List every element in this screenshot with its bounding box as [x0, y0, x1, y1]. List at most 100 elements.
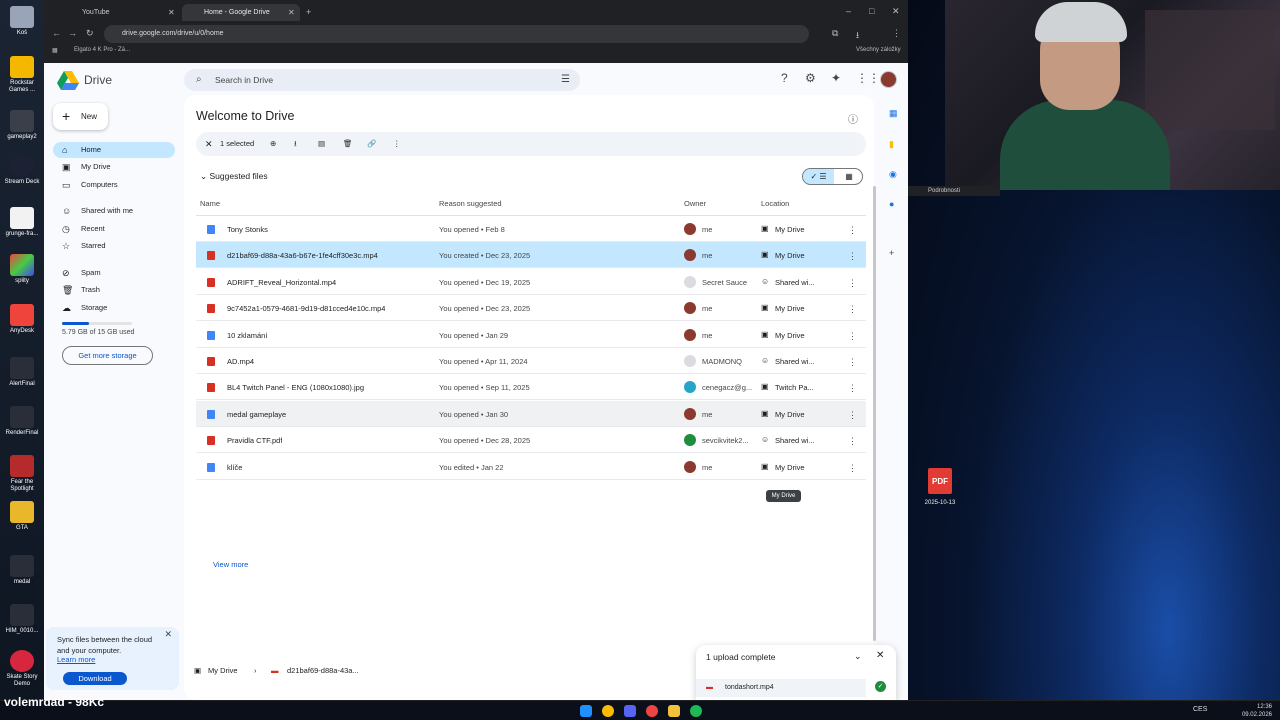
settings-icon[interactable]: ⚙: [805, 71, 816, 85]
file-row[interactable]: AD.mp4 You opened • Apr 11, 2024 MADMONQ ☺ S…: [196, 348, 866, 374]
file-location[interactable]: My Drive: [775, 304, 805, 313]
account-avatar[interactable]: [880, 71, 897, 88]
desktop-icon-alertfinal[interactable]: AlertFinal: [2, 357, 42, 388]
desktop-icon-him[interactable]: HIM_0010...: [2, 604, 42, 635]
more-actions-icon[interactable]: ⋮: [848, 410, 857, 421]
file-location[interactable]: My Drive: [775, 463, 805, 472]
get-more-storage-button[interactable]: Get more storage: [62, 346, 153, 365]
file-location[interactable]: My Drive: [775, 331, 805, 340]
nav-computers[interactable]: ▭ Computers: [53, 177, 175, 193]
file-location[interactable]: Shared wi...: [775, 357, 815, 366]
tab-google-drive[interactable]: Home - Google Drive ✕: [182, 4, 300, 21]
file-row[interactable]: 9c7452a1-0579-4681-9d19-d81cced4e10c.mp4…: [196, 295, 866, 322]
more-actions-icon[interactable]: ⋮: [848, 383, 857, 394]
close-icon[interactable]: ✕: [164, 629, 172, 640]
chrome-icon[interactable]: [602, 705, 614, 717]
column-name[interactable]: Name: [200, 199, 220, 208]
add-addon-icon[interactable]: +: [889, 248, 894, 258]
search-input[interactable]: ⌕ Search in Drive ☰: [184, 69, 580, 91]
language-indicator[interactable]: CES: [1193, 706, 1207, 713]
view-more-link[interactable]: View more: [213, 560, 248, 569]
desktop-icon-renderfinal[interactable]: RenderFinal: [2, 406, 42, 437]
nav-spam[interactable]: ⊘ Spam: [53, 265, 175, 281]
desktop-icon-grunge[interactable]: grunge-fra...: [2, 207, 42, 238]
minimize-icon[interactable]: –: [846, 6, 851, 16]
more-actions-icon[interactable]: ⋮: [848, 357, 857, 368]
extensions-icon[interactable]: ⧉: [832, 28, 838, 39]
file-location[interactable]: Shared wi...: [775, 278, 815, 287]
learn-more-link[interactable]: Learn more: [57, 655, 95, 664]
file-location[interactable]: My Drive: [775, 225, 805, 234]
desktop-icon-skate-story[interactable]: Skate Story Demo: [2, 650, 42, 688]
more-actions-icon[interactable]: ⋮: [848, 251, 857, 262]
nav-storage[interactable]: ☁ Storage: [53, 300, 175, 316]
file-location[interactable]: Twitch Pa...: [775, 383, 814, 392]
list-view-button[interactable]: ✓ ☰: [803, 169, 834, 184]
file-row[interactable]: BL4 Twitch Panel - ENG (1080x1080).jpg Yo…: [196, 374, 866, 401]
download-button[interactable]: Download: [63, 672, 127, 685]
more-actions-icon[interactable]: ⋮: [848, 278, 857, 289]
file-location[interactable]: Shared wi...: [775, 436, 815, 445]
tasks-icon[interactable]: ◉: [889, 169, 897, 180]
desktop-icon-gta[interactable]: GTA: [2, 501, 42, 532]
clear-selection-icon[interactable]: ✕: [205, 132, 213, 156]
nav-starred[interactable]: ☆ Starred: [53, 238, 175, 254]
breadcrumb-my-drive[interactable]: My Drive: [208, 666, 238, 675]
file-row[interactable]: Pravidla CTF.pdf You opened • Dec 28, 202…: [196, 427, 866, 454]
calendar-icon[interactable]: ▦: [889, 108, 898, 119]
nav-home[interactable]: ⌂ Home: [53, 142, 175, 158]
maximize-icon[interactable]: □: [869, 6, 874, 16]
bookmark-elgato[interactable]: Elgato 4 K Pro - Zá...: [74, 47, 130, 53]
info-icon[interactable]: ⓘ: [848, 111, 858, 126]
desktop-icon-recycle-bin[interactable]: Koš: [2, 6, 42, 37]
new-tab-icon[interactable]: +: [306, 7, 311, 17]
file-row[interactable]: ADRIFT_Reveal_Horizontal.mp4 You opened •…: [196, 269, 866, 295]
more-actions-icon[interactable]: ⋮: [848, 436, 857, 447]
more-actions-icon[interactable]: ⋮: [848, 304, 857, 315]
suggested-files-header[interactable]: ⌄ Suggested files: [200, 171, 268, 182]
file-location[interactable]: My Drive: [775, 251, 805, 260]
collapse-icon[interactable]: ⌄: [854, 651, 862, 662]
desktop-icon-fear-the-spotlight[interactable]: Fear the Spotlight: [2, 455, 42, 493]
file-explorer-icon[interactable]: [668, 705, 680, 717]
download-icon[interactable]: ⭳: [856, 28, 859, 44]
more-actions-icon[interactable]: ⋮: [848, 463, 857, 474]
close-window-icon[interactable]: ✕: [892, 6, 900, 17]
delete-icon[interactable]: 🗑: [343, 132, 353, 156]
gemini-icon[interactable]: ✦: [831, 71, 841, 85]
clock[interactable]: 12:36 09.02.2026: [1242, 703, 1272, 719]
spotify-icon[interactable]: [690, 705, 702, 717]
back-icon[interactable]: ←: [52, 28, 61, 38]
download-file-icon[interactable]: ⭳: [294, 132, 297, 156]
help-icon[interactable]: ?: [781, 71, 788, 85]
desktop-icon-anydesk[interactable]: AnyDesk: [2, 304, 42, 335]
nav-trash[interactable]: 🗑 Trash: [53, 282, 175, 298]
more-actions-icon[interactable]: ⋮: [848, 331, 857, 342]
close-upload-icon[interactable]: ✕: [876, 650, 884, 661]
grid-view-button[interactable]: ▦: [834, 169, 862, 184]
file-row[interactable]: 10 zklamání You opened • Jan 29 me ▣ My Driv…: [196, 322, 866, 348]
file-row[interactable]: medal gameplaye You opened • Jan 30 me ▣ My …: [196, 400, 866, 427]
desktop-icon-rockstar[interactable]: Rockstar Games ...: [2, 56, 42, 94]
move-icon[interactable]: ▤: [318, 132, 325, 156]
reload-icon[interactable]: ↻: [86, 28, 94, 39]
nav-my-drive[interactable]: ▣ My Drive: [53, 159, 175, 175]
more-actions-icon[interactable]: ⋮: [393, 132, 401, 156]
apps-icon[interactable]: ▦: [52, 47, 58, 54]
search-options-icon[interactable]: ☰: [561, 69, 570, 91]
breadcrumb-file[interactable]: d21baf69-d88a-43a...: [287, 666, 359, 675]
close-tab-icon[interactable]: ✕: [288, 4, 295, 21]
forward-icon[interactable]: →: [68, 28, 77, 38]
address-bar[interactable]: drive.google.com/drive/u/0/home: [104, 25, 809, 43]
contacts-icon[interactable]: ●: [889, 199, 894, 209]
desktop-icon-splity[interactable]: splity: [2, 254, 42, 285]
keep-icon[interactable]: ▮: [889, 139, 894, 150]
new-button[interactable]: + New: [53, 103, 108, 130]
desktop-icon-stream-deck[interactable]: Stream Deck: [2, 155, 42, 186]
copy-link-icon[interactable]: 🔗: [367, 132, 376, 156]
discord-icon[interactable]: [624, 705, 636, 717]
share-icon[interactable]: ⊕: [270, 132, 276, 156]
nav-shared-with-me[interactable]: ☺ Shared with me: [53, 203, 175, 219]
desktop-icon-gameplay2[interactable]: gameplay2: [2, 110, 42, 141]
pdf-file-icon[interactable]: PDF: [928, 468, 952, 494]
